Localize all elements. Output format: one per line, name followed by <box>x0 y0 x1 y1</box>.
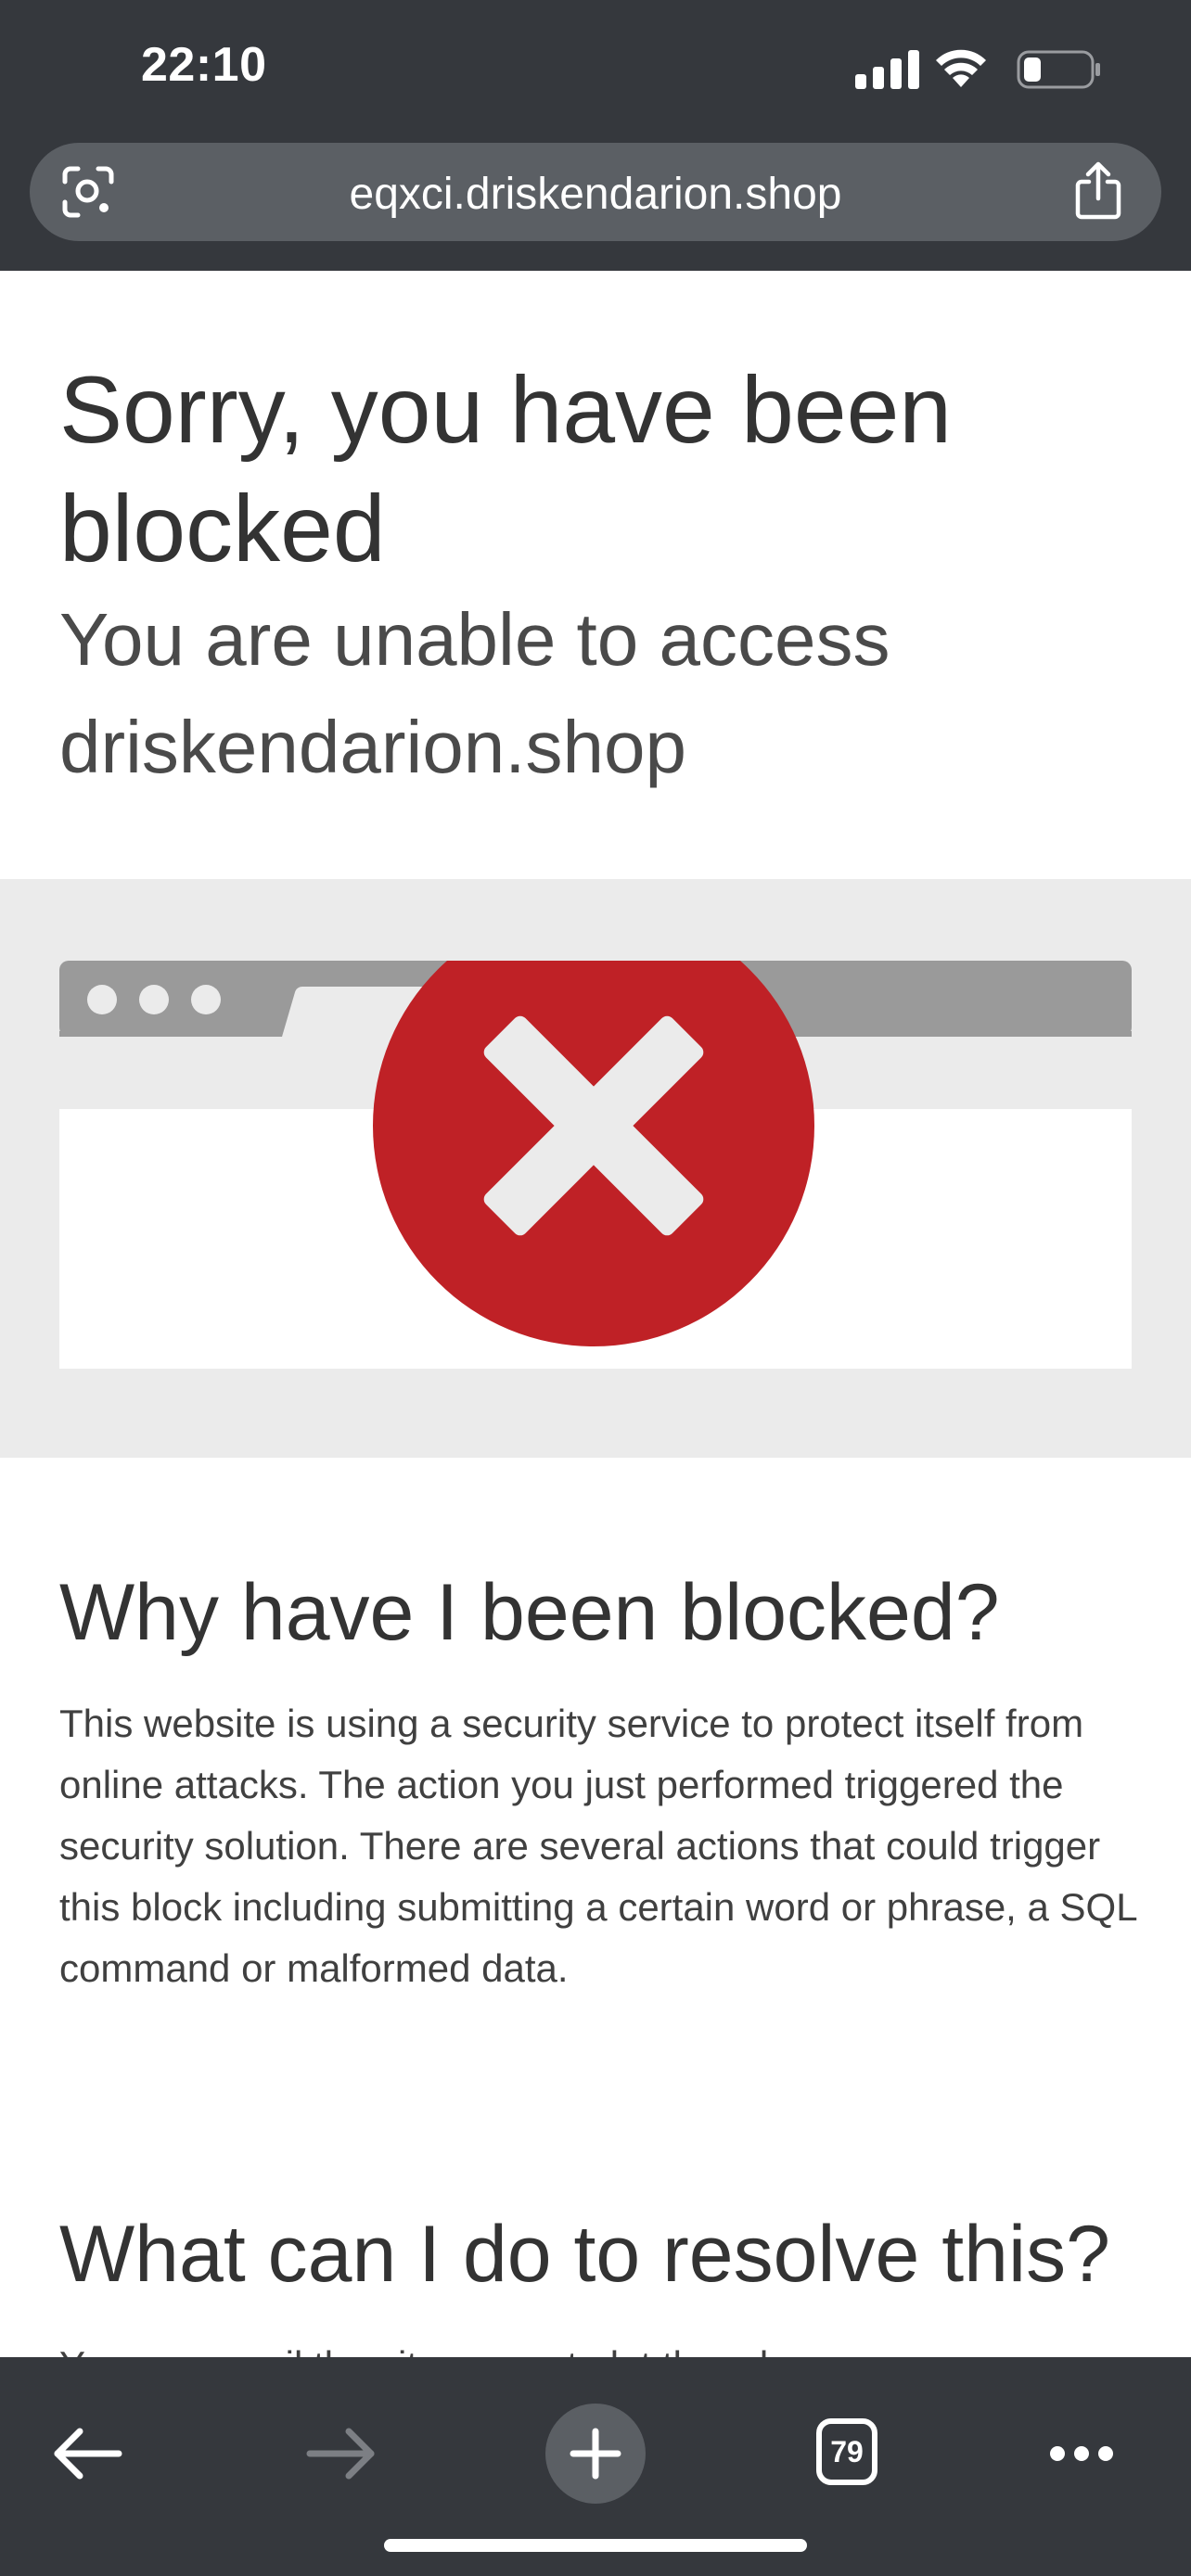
battery-icon <box>1017 50 1100 89</box>
forward-button[interactable] <box>291 2404 391 2504</box>
new-tab-button[interactable] <box>545 2404 646 2504</box>
wifi-icon <box>936 49 986 87</box>
url-text[interactable]: eqxci.driskendarion.shop <box>30 169 1161 220</box>
status-time: 22:10 <box>141 38 267 92</box>
cellular-signal-icon <box>855 50 919 89</box>
page-title: Sorry, you have been blocked <box>59 357 953 581</box>
forward-arrow-icon <box>306 2428 375 2480</box>
resolve-text: You can email the site owner to let them… <box>59 2335 1145 2357</box>
address-bar[interactable]: eqxci.driskendarion.shop <box>30 143 1161 241</box>
page-subtitle: You are unable to access driskendarion.s… <box>59 598 890 788</box>
resolve-heading: What can I do to resolve this? <box>59 2210 1110 2299</box>
page-content: Sorry, you have been blocked You are una… <box>0 271 1191 2357</box>
tabs-icon: 79 <box>816 2418 877 2485</box>
tabs-button[interactable]: 79 <box>798 2404 898 2504</box>
blocked-browser-illustration <box>59 961 1132 1369</box>
back-button[interactable] <box>37 2404 137 2504</box>
more-icon <box>1050 2446 1113 2461</box>
back-arrow-icon <box>54 2428 122 2480</box>
share-icon[interactable] <box>1074 161 1122 221</box>
why-blocked-heading: Why have I been blocked? <box>59 1568 1000 1657</box>
browser-top-bar: 22:10 eqxci.driskendarion.shop <box>0 0 1191 271</box>
why-blocked-text: This website is using a security service… <box>59 1702 1137 1990</box>
home-indicator[interactable] <box>384 2539 807 2552</box>
status-icons <box>852 46 1102 93</box>
plus-icon <box>570 2428 621 2480</box>
more-button[interactable] <box>1031 2404 1132 2504</box>
